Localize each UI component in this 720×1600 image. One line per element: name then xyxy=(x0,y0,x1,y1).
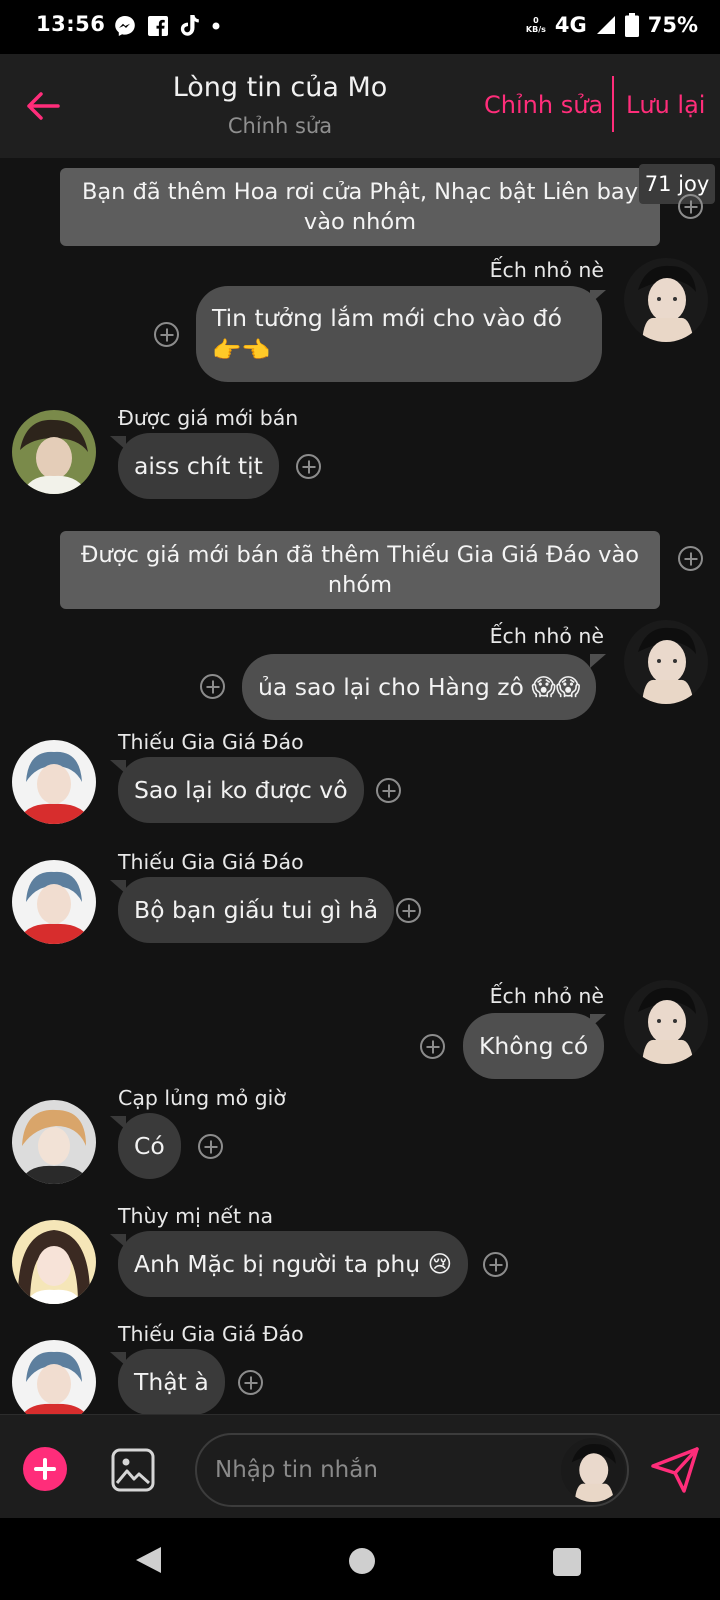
battery-icon xyxy=(624,13,639,37)
avatar[interactable] xyxy=(624,980,708,1064)
status-time: 13:56 xyxy=(36,12,106,36)
sender-name: Thiếu Gia Giá Đáo xyxy=(118,730,304,754)
react-plus-icon[interactable] xyxy=(678,194,703,219)
header-divider xyxy=(612,76,614,132)
avatar[interactable] xyxy=(624,620,708,704)
group-title: Lòng tin của Mo xyxy=(172,72,388,103)
react-plus-icon[interactable] xyxy=(154,322,179,347)
nav-home-icon[interactable] xyxy=(349,1548,375,1574)
facebook-icon xyxy=(148,16,168,36)
dot-icon xyxy=(212,22,220,30)
avatar[interactable] xyxy=(12,1220,96,1304)
net-speed-unit: KB/s xyxy=(525,25,546,34)
battery-percent: 75% xyxy=(647,13,698,37)
send-icon[interactable] xyxy=(648,1443,702,1497)
avatar[interactable] xyxy=(12,1340,96,1414)
react-plus-icon[interactable] xyxy=(396,898,421,923)
network-type: 4G xyxy=(554,13,587,37)
tiktok-icon xyxy=(180,15,199,36)
message-bubble[interactable]: Thật à xyxy=(118,1349,225,1414)
bubble-tail xyxy=(590,654,606,668)
react-plus-icon[interactable] xyxy=(296,454,321,479)
react-plus-icon[interactable] xyxy=(376,778,401,803)
joy-badge[interactable]: 71 joy xyxy=(639,164,715,204)
message-bubble[interactable]: ủa sao lại cho Hàng zô 😱😱 xyxy=(242,654,597,720)
signal-icon xyxy=(596,16,615,34)
message-bubble[interactable]: Bộ bạn giấu tui gì hả xyxy=(118,877,395,943)
status-right: 0 KB/s 4G 75% xyxy=(526,10,698,40)
net-speed-value: 0 xyxy=(533,16,539,25)
message-list[interactable]: Bạn đã thêm Hoa rơi cửa Phật, Nhạc bật L… xyxy=(0,158,720,1414)
message-bubble[interactable]: aiss chít tịt xyxy=(118,433,279,499)
sender-name: Cạp lủng mỏ giờ xyxy=(118,1086,286,1110)
sender-name: Thùy mị nết na xyxy=(118,1204,274,1228)
react-plus-icon[interactable] xyxy=(678,546,703,571)
avatar[interactable] xyxy=(12,860,96,944)
notification-icons xyxy=(114,15,220,37)
net-speed: 0 KB/s xyxy=(526,16,546,34)
message-bubble[interactable]: Không có xyxy=(463,1013,605,1079)
status-bar: 13:56 0 KB/s 4G 75% xyxy=(0,0,720,54)
react-plus-icon[interactable] xyxy=(238,1370,263,1395)
message-input[interactable] xyxy=(215,1435,545,1505)
sender-name: Ếch nhỏ nè xyxy=(489,984,604,1008)
message-bubble[interactable]: Có xyxy=(118,1113,181,1179)
sender-name: Ếch nhỏ nè xyxy=(489,624,604,648)
system-message: Được giá mới bán đã thêm Thiếu Gia Giá Đ… xyxy=(60,531,660,609)
sender-name: Ếch nhỏ nè xyxy=(489,258,604,282)
edit-button[interactable]: Chỉnh sửa xyxy=(484,91,603,119)
react-plus-icon[interactable] xyxy=(420,1034,445,1059)
avatar[interactable] xyxy=(12,410,96,494)
image-icon[interactable] xyxy=(110,1447,156,1493)
sender-name: Được giá mới bán xyxy=(118,406,299,430)
save-button[interactable]: Lưu lại xyxy=(626,91,705,119)
sticker-avatar[interactable] xyxy=(561,1438,625,1502)
message-composer xyxy=(0,1414,720,1518)
message-input-wrapper xyxy=(195,1433,629,1507)
react-plus-icon[interactable] xyxy=(198,1134,223,1159)
system-message: Bạn đã thêm Hoa rơi cửa Phật, Nhạc bật L… xyxy=(60,168,660,246)
header-subtitle[interactable]: Chỉnh sửa xyxy=(140,114,420,138)
message-bubble[interactable]: Tin tưởng lắm mới cho vào đó 👉👈 xyxy=(196,286,602,382)
add-button[interactable] xyxy=(23,1447,67,1491)
nav-back-icon[interactable] xyxy=(134,1545,164,1575)
nav-recents-icon[interactable] xyxy=(553,1548,581,1576)
sender-name: Thiếu Gia Giá Đáo xyxy=(118,1322,304,1346)
avatar[interactable] xyxy=(12,740,96,824)
react-plus-icon[interactable] xyxy=(483,1252,508,1277)
avatar[interactable] xyxy=(12,1100,96,1184)
message-bubble[interactable]: Sao lại ko được vô xyxy=(118,757,364,823)
message-bubble[interactable]: Anh Mặc bị người ta phụ 😢 xyxy=(118,1231,469,1297)
system-nav-bar xyxy=(0,1518,720,1600)
back-arrow-icon[interactable] xyxy=(22,86,62,126)
sender-name: Thiếu Gia Giá Đáo xyxy=(118,850,304,874)
react-plus-icon[interactable] xyxy=(200,674,225,699)
avatar[interactable] xyxy=(624,258,708,342)
messenger-icon xyxy=(115,16,135,36)
chat-header: Lòng tin của Mo Chỉnh sửa Chỉnh sửa Lưu … xyxy=(0,54,720,158)
